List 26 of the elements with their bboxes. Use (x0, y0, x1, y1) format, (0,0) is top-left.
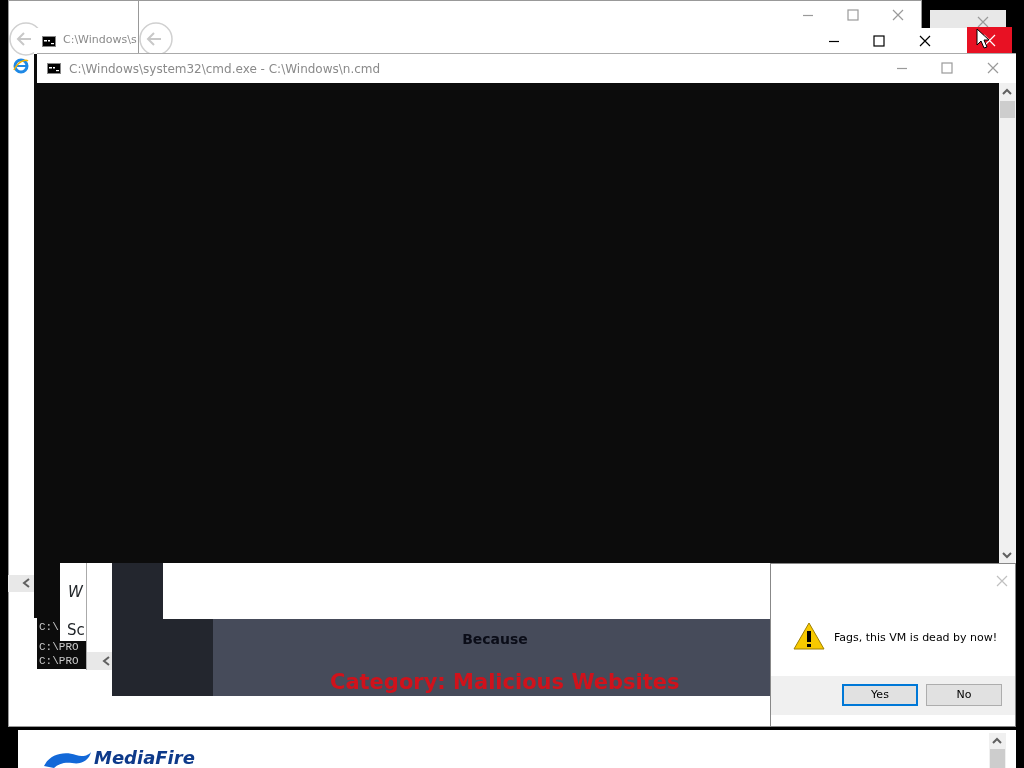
console-line: C:\ (39, 621, 59, 633)
dialog-button[interactable]: No (926, 684, 1002, 706)
back-button[interactable] (139, 22, 173, 56)
scroll-thumb[interactable] (990, 749, 1005, 768)
console-line: C:\PRO (39, 641, 79, 653)
category-text: Category: Malicious Websites (330, 669, 680, 696)
banner-heading: Because (461, 630, 529, 649)
page-text: Sc (67, 621, 85, 639)
warning-icon (793, 622, 825, 650)
message-text: Fags, this VM is dead by now! (834, 630, 998, 646)
close-icon[interactable] (919, 35, 931, 47)
console-icon (42, 36, 56, 47)
cursor-icon (976, 28, 990, 49)
page-text: W (68, 582, 83, 603)
window-title: C:\Windows\s (63, 32, 137, 48)
logo-text: MediaFire (94, 748, 195, 768)
maximize-icon[interactable] (873, 35, 885, 47)
browser-icon[interactable] (13, 58, 29, 74)
scroll-down-icon[interactable] (1001, 549, 1013, 561)
console-icon (47, 63, 61, 74)
close-icon (983, 34, 996, 47)
window-title: C:\Windows\system32\cmd.exe - C:\Windows\n.cmd (69, 61, 381, 78)
dialog-button[interactable]: Yes (842, 684, 918, 706)
scroll-thumb[interactable] (1000, 101, 1015, 118)
flame-icon (42, 750, 92, 768)
console-line: C:\PRO (39, 655, 79, 667)
